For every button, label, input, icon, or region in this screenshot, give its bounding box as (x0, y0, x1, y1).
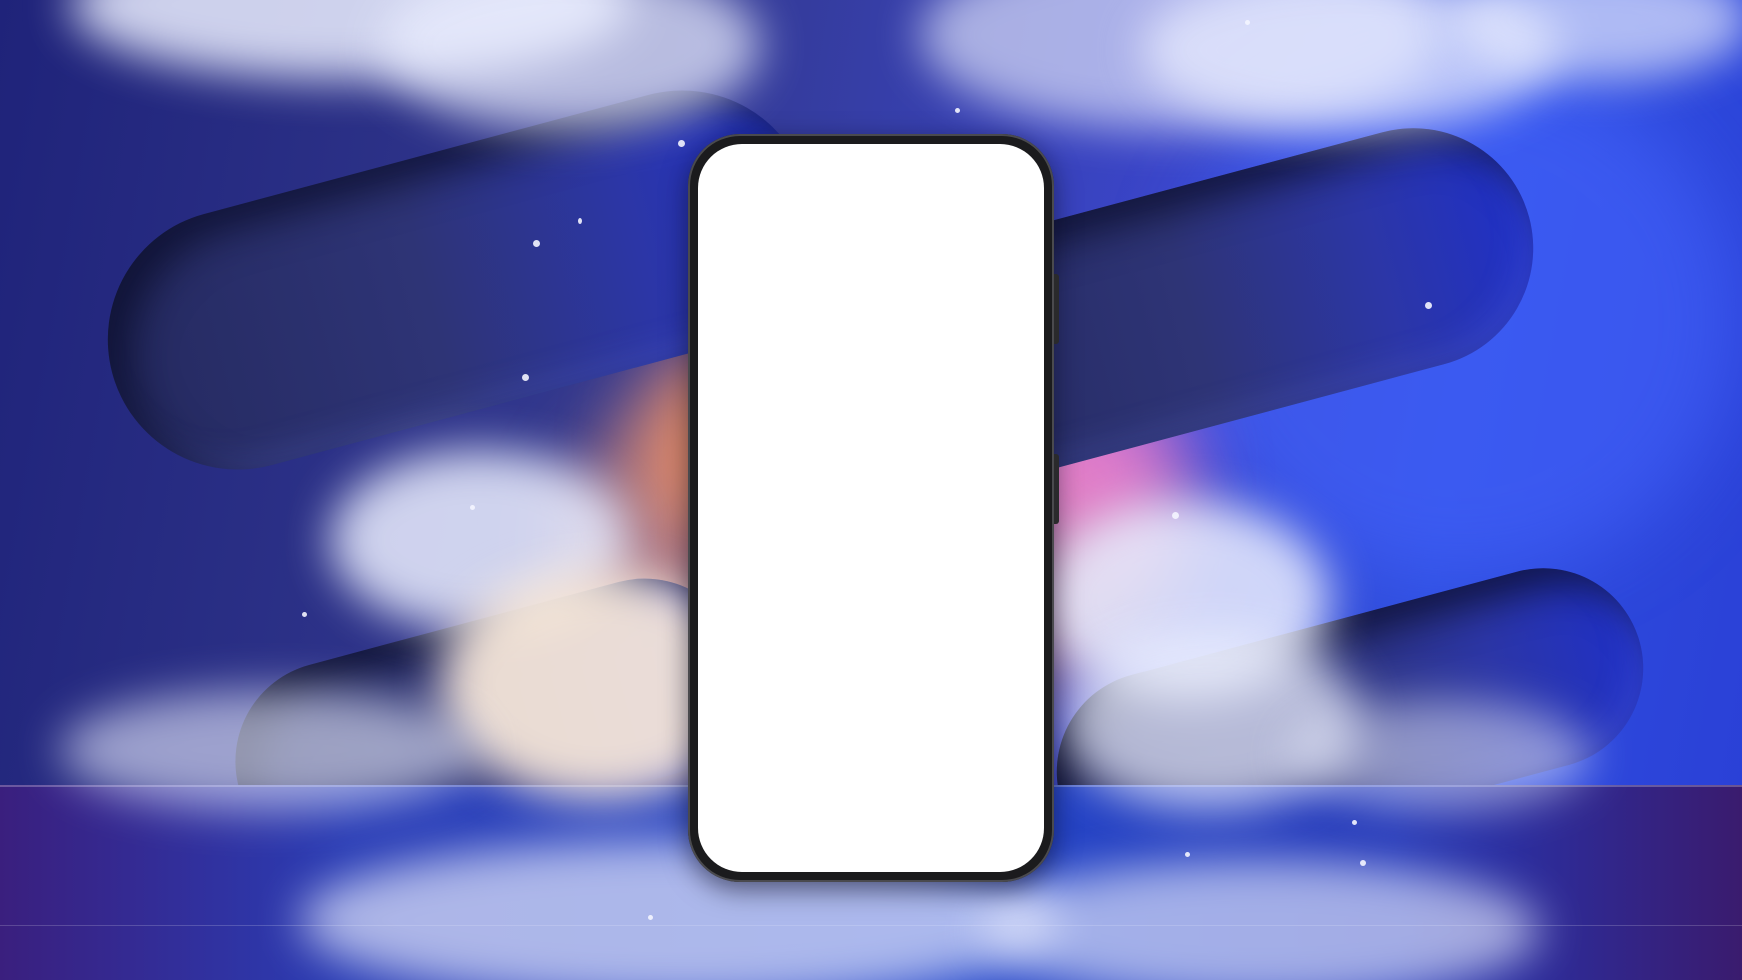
phone-side-button (1054, 274, 1059, 344)
sparkle (1425, 302, 1432, 309)
sparkle (1352, 820, 1357, 825)
sparkle (1185, 852, 1190, 857)
sparkle (578, 218, 582, 224)
sparkle (533, 240, 540, 247)
phone-screen (698, 144, 1044, 872)
sparkle (1360, 860, 1366, 866)
cloud-bottom-left (60, 690, 480, 810)
phone-mockup (688, 134, 1059, 882)
mockup-scene (0, 0, 1742, 980)
sparkle (955, 108, 960, 113)
sparkle (648, 915, 653, 920)
sparkle (522, 374, 529, 381)
sparkle (1245, 20, 1250, 25)
sparkle (1172, 512, 1179, 519)
cloud-bottom-right-2 (1290, 700, 1590, 810)
sparkle (470, 505, 475, 510)
phone-side-button (1054, 454, 1059, 524)
sparkle (302, 612, 307, 617)
sparkle (678, 140, 685, 147)
